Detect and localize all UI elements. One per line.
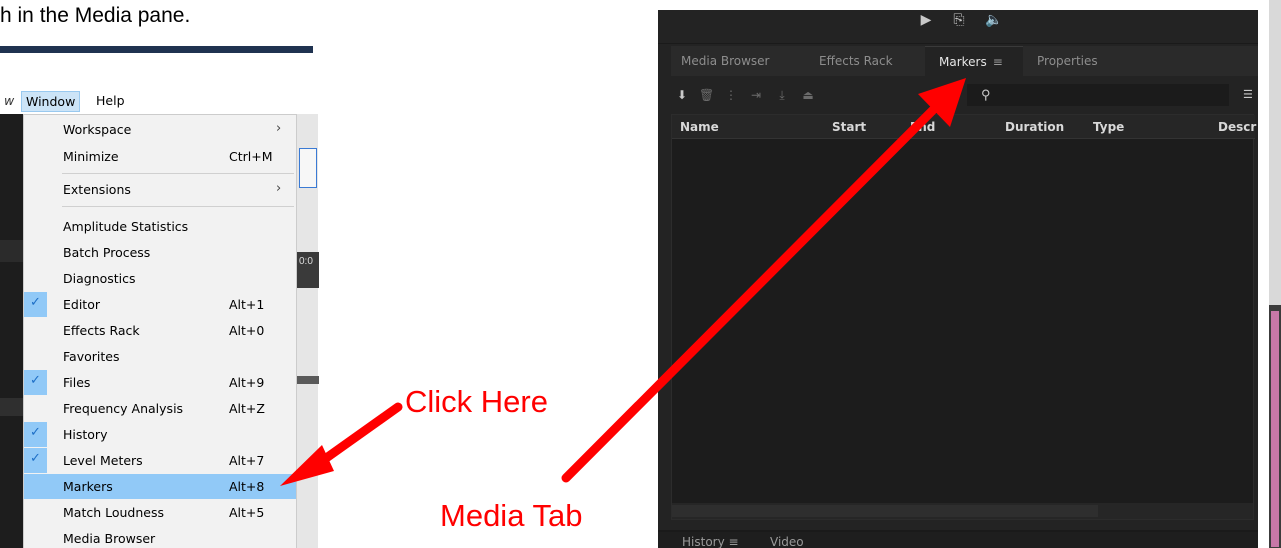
window-menu-dropdown: Workspace › Minimize Ctrl+M Extensions ›… [23, 114, 297, 548]
markers-table: Name Start End Duration Type Descr [671, 114, 1256, 520]
annotation-click-here: Click Here [405, 384, 548, 419]
transport-bar: ▶ ⎘ 🔈 [658, 10, 1258, 44]
app-background-left [0, 114, 23, 548]
instruction-caption: h in the Media pane. [0, 4, 191, 27]
checkmark-icon: ✓ [30, 451, 41, 466]
export-markers-icon[interactable]: ⤓ [775, 88, 789, 102]
menu-separator [62, 206, 294, 207]
chevron-right-icon: › [276, 181, 282, 196]
tab-history[interactable]: History ≡ [682, 535, 739, 548]
menu-help[interactable]: Help [96, 93, 125, 108]
markers-toolbar: ⬇ 🗑 ⋮ ⇥ ⤓ ⏏ ⚲ ☰ [671, 80, 1258, 110]
table-header: Name Start End Duration Type Descr [672, 115, 1256, 139]
menu-item-frequency-analysis[interactable]: Frequency Analysis Alt+Z [24, 396, 296, 421]
tab-markers-label: Markers [939, 55, 987, 69]
column-header-duration[interactable]: Duration [1005, 120, 1064, 134]
menu-item-favorites[interactable]: Favorites [24, 344, 296, 369]
tab-markers[interactable]: Markers ≡ [925, 46, 1023, 76]
merge-markers-icon[interactable]: ⋮ [724, 88, 738, 102]
play-icon[interactable]: ▶ [917, 10, 935, 28]
panel-menu-icon[interactable]: ≡ [993, 55, 1003, 69]
menu-item-minimize[interactable]: Minimize Ctrl+M [24, 144, 296, 169]
checkmark-icon: ✓ [30, 425, 41, 440]
menu-item-editor[interactable]: ✓ Editor Alt+1 [24, 292, 296, 317]
batch-process-icon[interactable]: ⏏ [801, 88, 815, 102]
arrow-shaft [303, 402, 403, 476]
search-icon: ⚲ [981, 87, 991, 102]
menu-separator [62, 173, 294, 174]
marker-icon[interactable]: ⬇ [675, 88, 689, 102]
panel-tab-bar: Media Browser Effects Rack Markers ≡ Prop… [671, 46, 1258, 76]
delete-icon[interactable]: 🗑 [699, 88, 714, 102]
markers-panel: ▶ ⎘ 🔈 Media Browser Effects Rack Markers… [658, 10, 1258, 548]
chevron-right-icon: › [276, 121, 282, 136]
title-rule [0, 46, 313, 53]
panel-menu-icon[interactable]: ≡ [729, 535, 739, 548]
horizontal-scrollbar[interactable] [672, 503, 1253, 519]
menu-item-batch-process[interactable]: Batch Process [24, 240, 296, 265]
column-header-end[interactable]: End [910, 120, 935, 134]
menu-item-level-meters[interactable]: ✓ Level Meters Alt+7 [24, 448, 296, 473]
checkmark-icon: ✓ [30, 373, 41, 388]
background-window-edge [1258, 0, 1281, 548]
column-header-name[interactable]: Name [680, 120, 719, 134]
menu-item-match-loudness[interactable]: Match Loudness Alt+5 [24, 500, 296, 525]
tab-video[interactable]: Video [770, 535, 804, 548]
tab-effects-rack[interactable]: Effects Rack [819, 46, 893, 76]
menu-window[interactable]: Window [21, 91, 81, 112]
search-input[interactable]: ⚲ [967, 84, 1229, 106]
menu-item-history[interactable]: ✓ History [24, 422, 296, 447]
bottom-tab-bar: History ≡ Video [658, 530, 1258, 548]
menu-bar: w Window Help [0, 90, 320, 114]
tab-media-browser[interactable]: Media Browser [681, 46, 769, 76]
menu-item-files[interactable]: ✓ Files Alt+9 [24, 370, 296, 395]
insert-to-playlist-icon[interactable]: ⇥ [749, 88, 763, 102]
menu-item-media-browser[interactable]: Media Browser [24, 526, 296, 548]
loop-icon[interactable]: ⎘ [950, 10, 968, 28]
annotation-media-tab: Media Tab [440, 498, 583, 533]
column-header-start[interactable]: Start [832, 120, 866, 134]
speaker-icon[interactable]: 🔈 [985, 10, 1003, 28]
menu-item-amplitude-statistics[interactable]: Amplitude Statistics [24, 214, 296, 239]
column-header-type[interactable]: Type [1093, 120, 1124, 134]
menu-item-extensions[interactable]: Extensions › [24, 177, 296, 202]
scrollbar-thumb[interactable] [672, 505, 1098, 517]
menu-bar-fragment: w [4, 93, 15, 108]
tab-properties[interactable]: Properties [1037, 46, 1098, 76]
menu-item-workspace[interactable]: Workspace › [24, 117, 296, 142]
column-header-description[interactable]: Descr [1218, 120, 1256, 134]
menu-item-diagnostics[interactable]: Diagnostics [24, 266, 296, 291]
filter-icon[interactable]: ☰ [1243, 88, 1253, 101]
checkmark-icon: ✓ [30, 295, 41, 310]
app-background-right: 0:0 [296, 114, 319, 548]
menu-item-markers[interactable]: Markers Alt+8 [24, 474, 296, 499]
menu-item-effects-rack[interactable]: Effects Rack Alt+0 [24, 318, 296, 343]
